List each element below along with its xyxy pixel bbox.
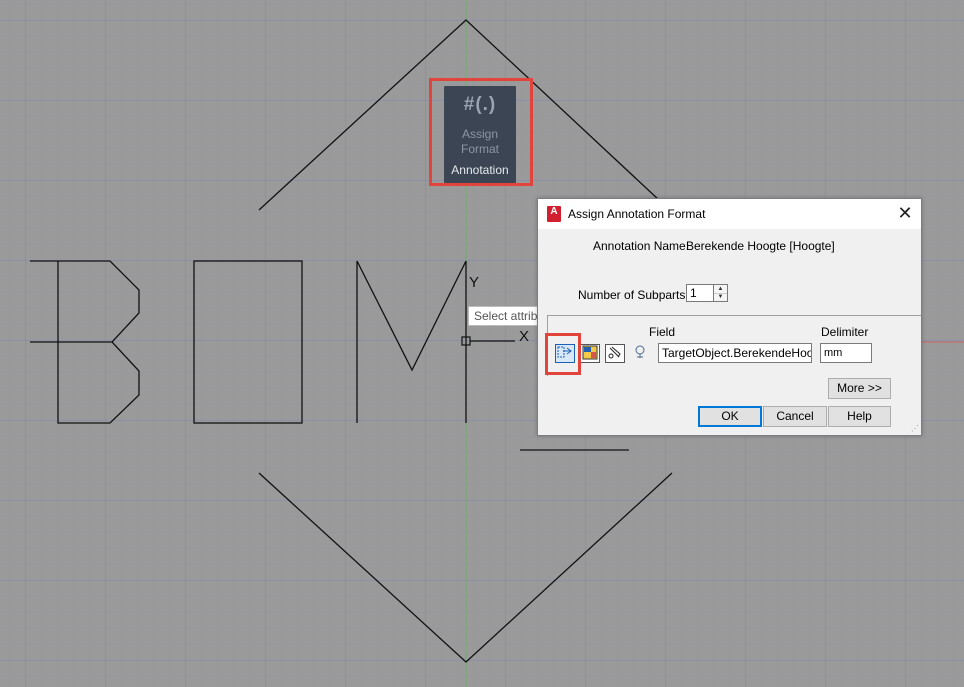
ucs-x-label: X <box>519 328 529 345</box>
dialog-titlebar[interactable]: A Assign Annotation Format ✕ <box>538 199 921 229</box>
app-logo-icon: A <box>547 206 561 222</box>
assign-annotation-format-dialog: A Assign Annotation Format ✕ Annotation … <box>537 198 922 436</box>
annotation-name-value: Berekende Hoogte [Hoogte] <box>686 239 835 253</box>
clip-icon[interactable] <box>605 344 625 363</box>
delimiter-input[interactable]: mm <box>820 343 872 363</box>
ribbon-highlight-box <box>429 78 533 186</box>
ok-button[interactable]: OK <box>698 406 762 427</box>
close-icon[interactable]: ✕ <box>893 202 917 226</box>
annotation-name-label: Annotation Name: <box>593 239 690 253</box>
dialog-title: Assign Annotation Format <box>568 207 706 221</box>
location-icon[interactable] <box>630 344 650 363</box>
spin-down-icon[interactable]: ▼ <box>714 293 727 301</box>
subparts-spinner[interactable]: ▲ ▼ <box>714 284 728 302</box>
property-palette-icon[interactable] <box>580 344 600 363</box>
select-tool-highlight-box <box>545 333 581 375</box>
delimiter-column-header: Delimiter <box>821 325 869 339</box>
subparts-label: Number of Subparts: <box>578 288 689 302</box>
letter-b <box>30 260 140 424</box>
resize-grip-icon[interactable]: ⋰ <box>911 425 919 433</box>
help-button[interactable]: Help <box>828 406 891 427</box>
subparts-input[interactable]: 1 <box>686 284 714 302</box>
more-button[interactable]: More >> <box>828 378 891 399</box>
cursor-prompt-tooltip: Select attribu <box>468 306 548 326</box>
ucs-icon <box>461 336 515 346</box>
field-column-header: Field <box>649 325 676 339</box>
cancel-button[interactable]: Cancel <box>763 406 827 427</box>
letter-m <box>356 260 467 423</box>
letter-o-box <box>193 260 303 424</box>
field-input[interactable]: TargetObject.BerekendeHoogte <box>658 343 812 363</box>
ucs-y-label: Y <box>469 274 479 291</box>
